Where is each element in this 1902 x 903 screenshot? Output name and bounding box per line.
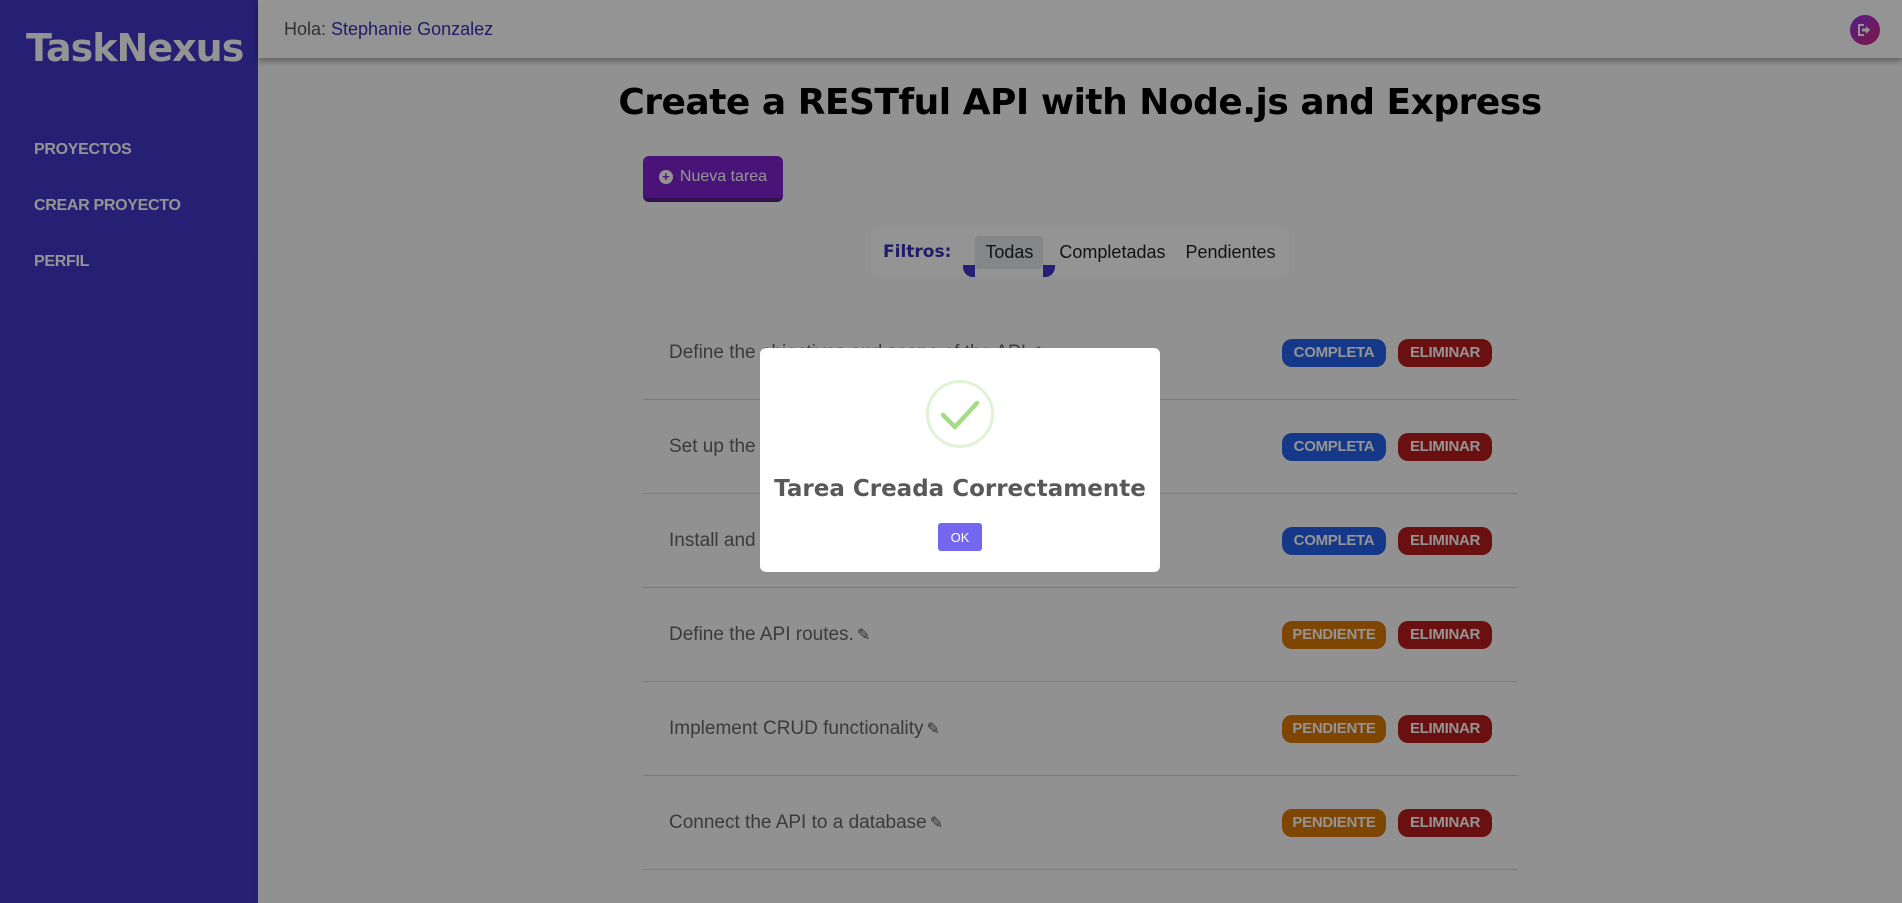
success-check-icon [926, 380, 994, 448]
success-modal: Tarea Creada Correctamente OK [760, 348, 1160, 572]
modal-title: Tarea Creada Correctamente [774, 476, 1146, 502]
ok-button[interactable]: OK [938, 523, 982, 551]
